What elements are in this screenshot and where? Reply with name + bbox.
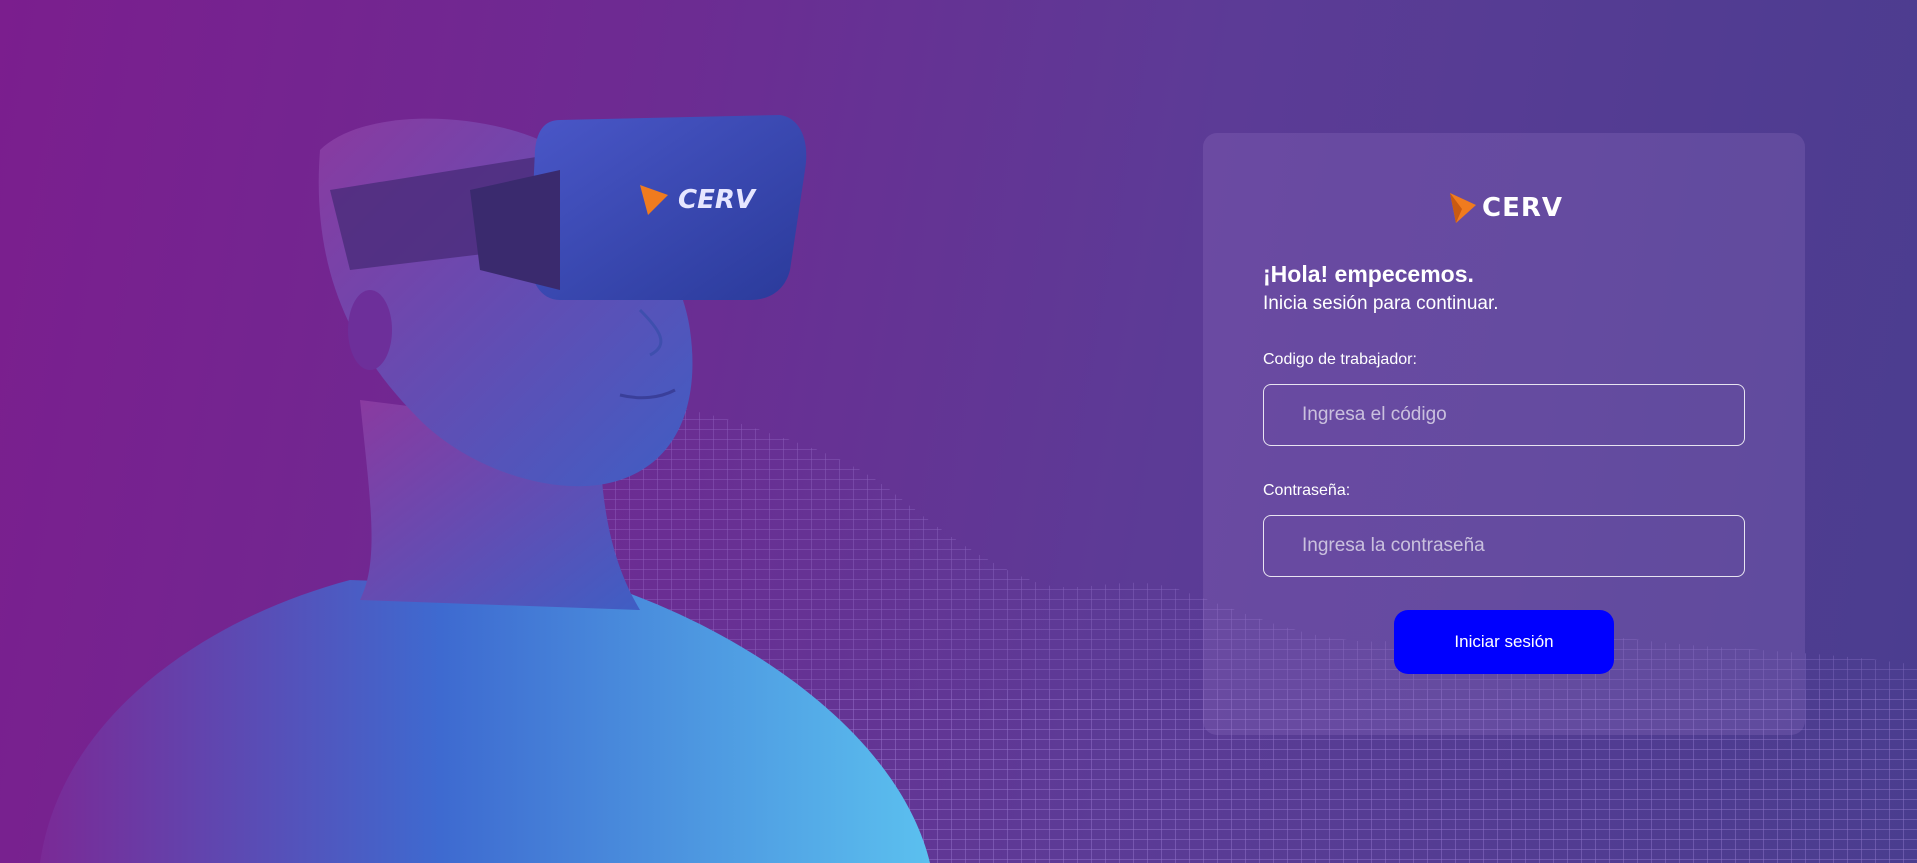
hero-vr-person-image: CERV <box>40 115 930 863</box>
greeting-title: ¡Hola! empecemos. <box>1263 261 1474 287</box>
worker-code-label: Codigo de trabajador: <box>1263 351 1417 368</box>
headset-logo-text: CERV <box>678 185 757 215</box>
play-triangle-icon <box>1450 193 1476 223</box>
login-card: CERV ¡Hola! empecemos. Inicia sesión par… <box>1203 133 1805 735</box>
brand-logo: CERV <box>1448 191 1563 225</box>
worker-code-input[interactable] <box>1263 384 1745 446</box>
login-submit-button[interactable]: Iniciar sesión <box>1394 610 1614 674</box>
password-label: Contraseña: <box>1263 482 1351 499</box>
greeting-subtitle: Inicia sesión para continuar. <box>1263 293 1499 314</box>
brand-name: CERV <box>1482 193 1563 223</box>
password-input[interactable] <box>1263 515 1745 577</box>
